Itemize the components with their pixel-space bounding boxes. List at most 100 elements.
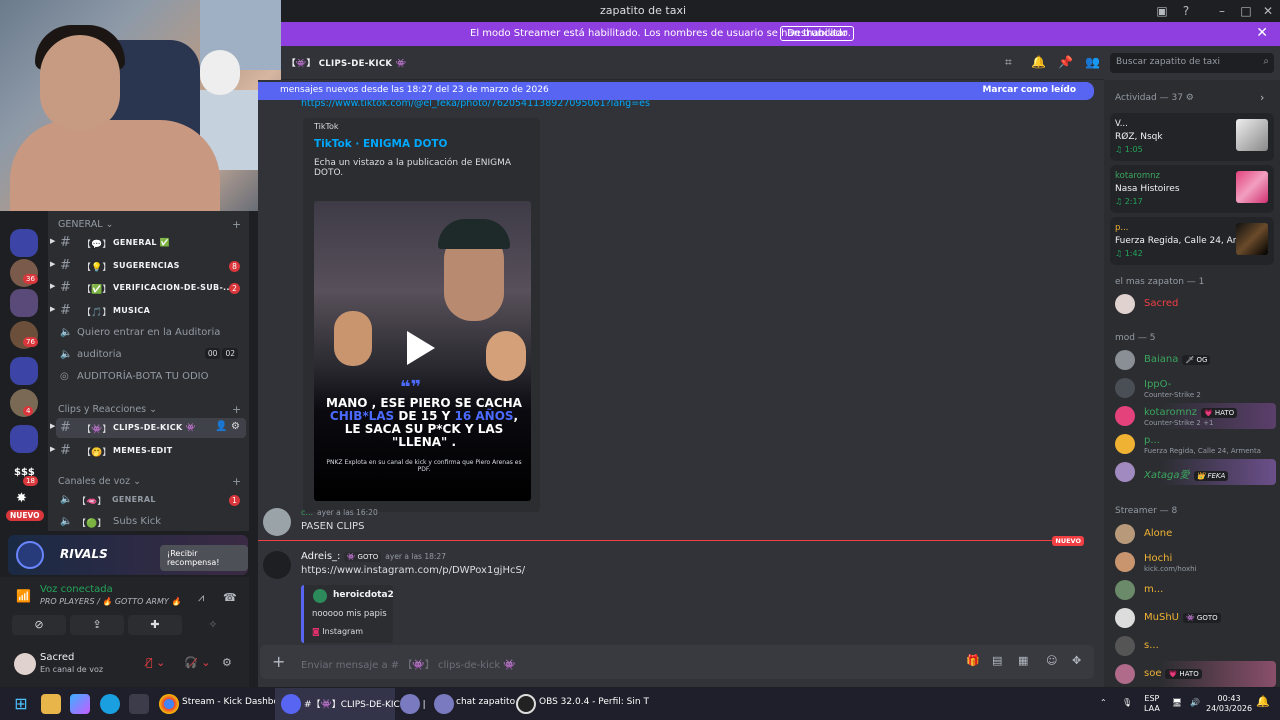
voice-channel-general[interactable]: 🔈 【🫦】 GENERAL 1	[56, 490, 246, 510]
video-thumbnail[interactable]: ❝❞ MANO , ESE PIERO SE CACHA CHIB*LAS DE…	[314, 201, 531, 501]
add-channel-icon[interactable]: +	[232, 218, 241, 231]
member-item[interactable]: Baiana 🗡 OG	[1110, 347, 1276, 373]
sticker-icon[interactable]: ▦	[1018, 654, 1028, 667]
threads-icon[interactable]: ⌗	[1005, 55, 1012, 70]
clock[interactable]: 00:43 24/03/2026	[1206, 694, 1252, 714]
gif-icon[interactable]: ▤	[992, 654, 1002, 667]
pin-icon[interactable]: 📌	[1058, 55, 1073, 69]
server-icon[interactable]	[10, 425, 38, 453]
claim-reward-button[interactable]: ¡Recibir recompensa!	[160, 545, 248, 571]
add-attachment-icon[interactable]: +	[272, 652, 285, 671]
deafened-icon[interactable]: 🎧̸ ⌄	[184, 656, 210, 669]
inbox-icon[interactable]: ▣	[1154, 3, 1170, 19]
minimize-button[interactable]: –	[1214, 3, 1230, 19]
activity-card[interactable]: kotaromnz Nasa Histoires ♫ 2:17	[1110, 165, 1274, 213]
avatar[interactable]	[263, 508, 291, 536]
member-item[interactable]: soe 💗 HATO	[1110, 661, 1276, 687]
copilot-icon[interactable]	[70, 694, 90, 714]
emoji-icon[interactable]: ☺	[1046, 654, 1057, 667]
voice-server[interactable]: PRO PLAYERS / 🔥 GOTTO ARMY 🔥	[40, 597, 181, 606]
member-item[interactable]: MuShU 👾 GOTO	[1110, 605, 1276, 631]
instagram-link[interactable]: https://www.instagram.com/p/DWPox1gjHcS/	[301, 565, 525, 576]
file-explorer-icon[interactable]	[41, 694, 61, 714]
server-icon[interactable]: ✸	[16, 491, 27, 506]
embed-title[interactable]: TikTok · ENIGMA DOTO	[314, 138, 447, 150]
notification-bell-icon[interactable]: 🔔	[1031, 55, 1046, 69]
server-icon[interactable]	[10, 357, 38, 385]
volume-icon[interactable]: 🔊	[1190, 698, 1200, 708]
store-icon[interactable]	[129, 694, 149, 714]
screen-share-button[interactable]: ⇪	[70, 615, 124, 635]
channel-general[interactable]: ▶ # 【💬】 GENERAL ✅	[50, 233, 246, 253]
user-name[interactable]: Sacred	[40, 652, 74, 663]
voice-channel-auditoria[interactable]: 🔈 auditoria 00 02	[56, 345, 246, 365]
avatar[interactable]	[14, 653, 36, 675]
add-channel-icon[interactable]: +	[232, 403, 241, 416]
discord-icon[interactable]	[281, 694, 301, 714]
rivals-promo[interactable]: RIVALS ¡Recibir recompensa!	[8, 535, 248, 575]
message-input[interactable]: Enviar mensaje a # 【👾】 clips-de-kick 👾	[301, 656, 516, 671]
member-item[interactable]: m...	[1110, 577, 1276, 603]
avatar[interactable]	[263, 551, 291, 579]
channel-clips-de-kick[interactable]: ▶ # 【👾】 CLIPS-DE-KICK 👾 👤 ⚙	[50, 418, 246, 438]
member-item[interactable]: Xataga愛 👑 FEKA	[1110, 459, 1276, 485]
message-author[interactable]: c... ayer a las 16:20	[301, 508, 378, 517]
member-item[interactable]: IppO- Counter-Strike 2	[1110, 375, 1276, 401]
settings-gear-icon[interactable]: ⚙	[222, 656, 232, 669]
chevron-right-icon[interactable]: ›	[1260, 91, 1264, 104]
gift-icon[interactable]: 🎁	[966, 654, 980, 667]
message-composer[interactable]: + Enviar mensaje a # 【👾】 clips-de-kick 👾…	[260, 645, 1094, 679]
category-general[interactable]: GENERAL ⌄ +	[58, 218, 241, 231]
chrome-icon[interactable]	[159, 694, 179, 714]
notification-icon[interactable]: 🔔	[1256, 696, 1270, 707]
taskbar-item-chat[interactable]: chat zapatito	[456, 697, 515, 707]
search-input[interactable]: Buscar zapatito de taxi ⌕	[1110, 53, 1274, 73]
category-clips[interactable]: Clips y Reacciones ⌄ +	[58, 403, 241, 416]
new-messages-bar[interactable]: mensajes nuevos desde las 18:27 del 23 d…	[258, 82, 1094, 100]
category-voice[interactable]: Canales de voz ⌄ +	[58, 475, 241, 488]
chevron-up-icon[interactable]: ⌃	[1100, 698, 1107, 708]
message-author[interactable]: Adreis_: 👾 GOTO ayer a las 18:27	[301, 551, 446, 562]
mark-as-read-button[interactable]: Marcar como leído	[982, 85, 1076, 95]
apps-icon[interactable]: ✥	[1072, 654, 1081, 667]
taskbar-item-obs[interactable]: OBS 32.0.4 - Perfil: Sin T	[539, 697, 649, 707]
language-indicator[interactable]: ESP LAA	[1144, 694, 1160, 714]
add-channel-icon[interactable]: +	[232, 475, 241, 488]
camera-off-button[interactable]: ⊘	[12, 615, 66, 635]
app-icon[interactable]	[434, 694, 454, 714]
member-item[interactable]: Sacred	[1110, 291, 1276, 317]
disconnect-icon[interactable]: ☎	[223, 591, 237, 604]
maximize-button[interactable]: □	[1238, 3, 1254, 19]
stage-channel-auditoria-bota[interactable]: ◎ AUDITORÍA-BOTA TU ODIO	[56, 367, 246, 387]
channel-settings-icons[interactable]: 👤 ⚙	[215, 421, 240, 432]
voice-channel-auditoria-entrar[interactable]: 🔈 Quiero entrar en la Auditoria	[56, 323, 246, 343]
obs-icon[interactable]	[516, 694, 536, 714]
taskbar-item-chrome[interactable]: Stream - Kick Dashboar	[182, 697, 288, 707]
disable-streamer-button[interactable]: Deshabilitar	[780, 26, 855, 41]
voice-channel-subs-kick[interactable]: 🔈 【🟢】 Subs Kick	[56, 512, 246, 532]
network-icon[interactable]: 🖥	[1172, 698, 1182, 708]
windows-start-icon[interactable]: ⊞	[11, 694, 31, 714]
close-window-button[interactable]: ✕	[1260, 3, 1276, 19]
member-item[interactable]: s...	[1110, 633, 1276, 659]
channel-memes-edit[interactable]: ▶ # 【🤭】 MEMES-EDIT	[50, 441, 246, 461]
activity-card[interactable]: V... RØZ, Nsqk ♫ 1:05	[1110, 113, 1274, 161]
member-item[interactable]: Alone	[1110, 521, 1276, 547]
channel-verificacion[interactable]: ▶ # 【✅】 VERIFICACION-DE-SUB-... 2	[50, 278, 246, 298]
microphone-icon[interactable]: 🎙	[1122, 698, 1132, 708]
soundboard-button[interactable]: ✧	[186, 615, 240, 635]
voice-status[interactable]: Voz conectada	[40, 584, 113, 595]
app-icon[interactable]	[400, 694, 420, 714]
member-item[interactable]: Hochi kick.com/hoxhi	[1110, 549, 1276, 575]
play-icon[interactable]	[407, 331, 435, 365]
embed-author[interactable]: heroicdota2	[333, 590, 394, 600]
member-list-icon[interactable]: 👥	[1085, 55, 1100, 69]
edge-icon[interactable]	[100, 694, 120, 714]
channel-sugerencias[interactable]: ▶ # 【💡】 SUGERENCIAS 8	[50, 256, 246, 276]
server-icon[interactable]	[10, 289, 38, 317]
activity-card[interactable]: p... Fuerza Regida, Calle 24, Ar... ♫ 1:…	[1110, 217, 1274, 265]
activities-button[interactable]: ✚	[128, 615, 182, 635]
channel-musica[interactable]: ▶ # 【🎵】 MUSICA	[50, 301, 246, 321]
member-item[interactable]: p... Fuerza Regida, Calle 24, Armenta	[1110, 431, 1276, 457]
help-icon[interactable]: ?	[1178, 3, 1194, 19]
